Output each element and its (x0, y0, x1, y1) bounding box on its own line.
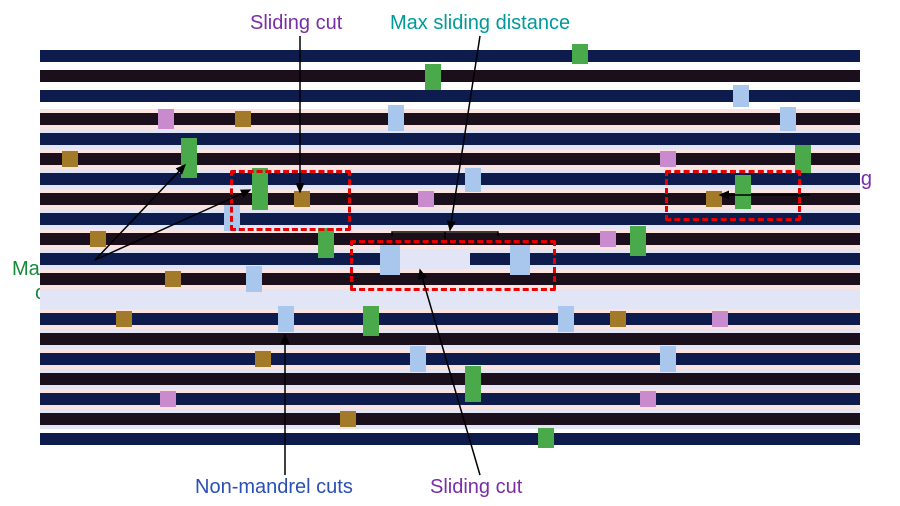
highlight-box (665, 170, 801, 221)
highlight-box (350, 240, 556, 291)
mandrel-cut (363, 306, 379, 336)
sliding-cut (660, 151, 676, 167)
highlight-box (230, 170, 351, 231)
layout-diagram (40, 50, 860, 480)
sliding-cut (712, 311, 728, 327)
sliding-cut (418, 191, 434, 207)
sliding-cut (255, 351, 271, 367)
wire (40, 133, 860, 145)
mandrel-cut (425, 64, 441, 90)
sliding-cut (90, 231, 106, 247)
sliding-cut (610, 311, 626, 327)
mandrel-cut (538, 428, 554, 448)
wire (40, 333, 860, 345)
non-mandrel-cut (388, 105, 404, 131)
non-mandrel-cut (660, 346, 676, 372)
sliding-cut (116, 311, 132, 327)
wire (40, 253, 395, 265)
non-mandrel-cut (733, 85, 749, 107)
label-max-sliding-distance: Max sliding distance (390, 12, 570, 35)
non-mandrel-cut (465, 168, 481, 192)
non-mandrel-cut (780, 107, 796, 131)
label-sliding-cut-top: Sliding cut (250, 12, 342, 35)
mandrel-cut (318, 228, 334, 258)
wire (40, 70, 860, 82)
mandrel-cut (572, 44, 588, 64)
sliding-cut (340, 411, 356, 427)
wire (40, 50, 860, 62)
wire (40, 413, 860, 425)
sliding-cut (160, 391, 176, 407)
wire (40, 153, 860, 165)
sliding-cut (158, 109, 174, 129)
sliding-cut (62, 151, 78, 167)
sliding-cut (600, 231, 616, 247)
non-mandrel-cut (278, 306, 294, 332)
non-mandrel-cut (246, 266, 262, 292)
non-mandrel-cut (558, 306, 574, 332)
sliding-cut (640, 391, 656, 407)
mandrel-cut (630, 226, 646, 256)
wire (40, 373, 860, 385)
sliding-cut (235, 111, 251, 127)
mandrel-cut (465, 366, 481, 402)
wire (40, 353, 860, 365)
non-mandrel-cut (410, 346, 426, 372)
wire (40, 433, 860, 445)
wire (40, 313, 860, 325)
sliding-cut (165, 271, 181, 287)
mandrel-cut (795, 145, 811, 173)
mandrel-cut (181, 138, 197, 178)
